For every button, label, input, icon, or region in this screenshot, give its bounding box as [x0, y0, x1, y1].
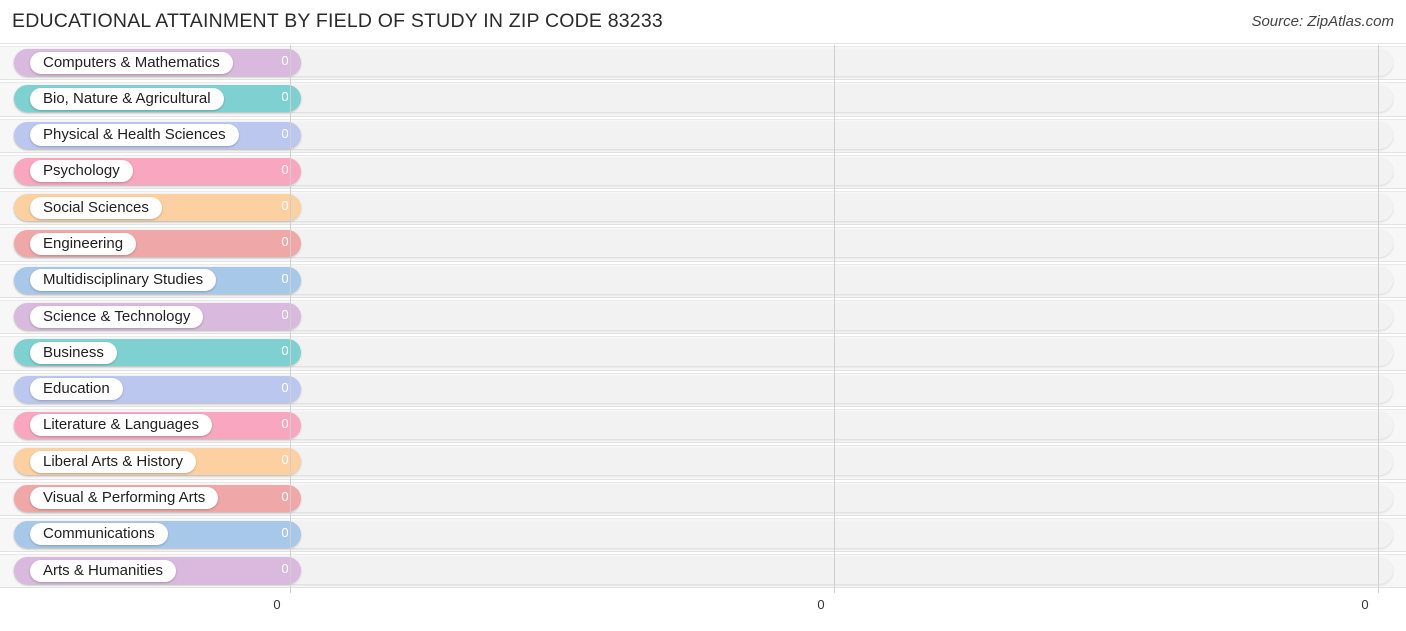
category-label: Arts & Humanities [30, 559, 177, 582]
table-row[interactable]: Arts & Humanities 0 [0, 553, 1406, 589]
table-row[interactable]: Social Sciences 0 [0, 190, 1406, 226]
category-label: Multidisciplinary Studies [30, 269, 217, 292]
table-row[interactable]: Engineering 0 [0, 226, 1406, 262]
axis-tick-label: 0 [817, 597, 825, 612]
category-label: Social Sciences [30, 196, 162, 219]
table-row[interactable]: Psychology 0 [0, 154, 1406, 190]
table-row[interactable]: Literature & Languages 0 [0, 408, 1406, 444]
category-label: Bio, Nature & Agricultural [30, 87, 224, 110]
page-title: EDUCATIONAL ATTAINMENT BY FIELD OF STUDY… [12, 10, 663, 32]
bar-value-label: 0 [281, 561, 289, 577]
table-row[interactable]: Multidisciplinary Studies 0 [0, 263, 1406, 299]
bar-value-label: 0 [281, 198, 289, 214]
bar-value-label: 0 [281, 452, 289, 468]
bar-value-label: 0 [281, 415, 289, 431]
bar-value-label: 0 [281, 379, 289, 395]
table-row[interactable]: Visual & Performing Arts 0 [0, 481, 1406, 517]
category-label: Communications [30, 523, 168, 546]
category-label: Science & Technology [30, 305, 204, 328]
category-label: Education [30, 378, 123, 401]
category-label: Physical & Health Sciences [30, 124, 239, 147]
x-axis: 0 0 0 [0, 593, 1406, 631]
bar-value-label: 0 [281, 125, 289, 141]
category-label: Business [30, 341, 117, 364]
bar-value-label: 0 [281, 524, 289, 540]
category-label: Psychology [30, 160, 133, 183]
category-label: Visual & Performing Arts [30, 487, 219, 510]
table-row[interactable]: Physical & Health Sciences 0 [0, 118, 1406, 154]
table-row[interactable]: Business 0 [0, 335, 1406, 371]
bar-row-list: Computers & Mathematics 0 Bio, Nature & Ag… [0, 45, 1406, 589]
table-row[interactable]: Education 0 [0, 372, 1406, 408]
bar-value-label: 0 [281, 270, 289, 286]
bar-value-label: 0 [281, 234, 289, 250]
bar-value-label: 0 [281, 53, 289, 68]
bar-value-label: 0 [281, 89, 289, 105]
axis-tick-label: 0 [273, 597, 281, 612]
category-label: Engineering [30, 232, 137, 255]
table-row[interactable]: Communications 0 [0, 517, 1406, 553]
chart-plot-area: Computers & Mathematics 0 Bio, Nature & Ag… [0, 45, 1406, 593]
table-row[interactable]: Liberal Arts & History 0 [0, 444, 1406, 480]
axis-tick-label: 0 [1361, 597, 1369, 612]
category-label: Computers & Mathematics [30, 51, 233, 74]
source-attribution: Source: ZipAtlas.com [1251, 13, 1394, 30]
table-row[interactable]: Bio, Nature & Agricultural 0 [0, 81, 1406, 117]
bar-value-label: 0 [281, 307, 289, 323]
category-label: Literature & Languages [30, 414, 212, 437]
bar-value-label: 0 [281, 343, 289, 359]
chart-header: EDUCATIONAL ATTAINMENT BY FIELD OF STUDY… [0, 0, 1406, 44]
bar-value-label: 0 [281, 488, 289, 504]
table-row[interactable]: Computers & Mathematics 0 [0, 45, 1406, 81]
table-row[interactable]: Science & Technology 0 [0, 299, 1406, 335]
bar-value-label: 0 [281, 161, 289, 177]
category-label: Liberal Arts & History [30, 450, 197, 473]
